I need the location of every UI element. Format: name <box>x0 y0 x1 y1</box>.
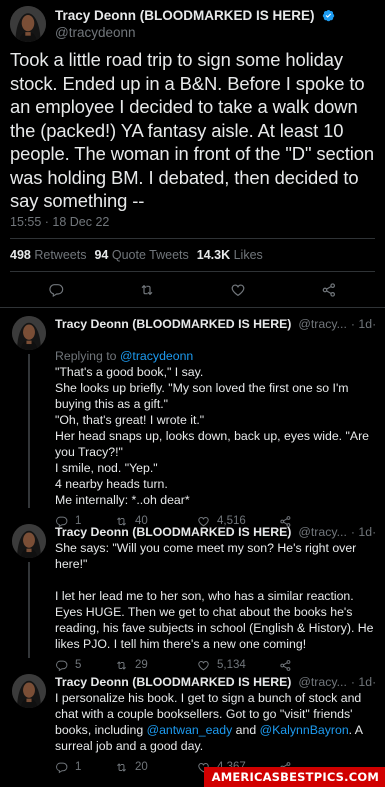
avatar[interactable] <box>12 315 46 350</box>
replying-to: Replying to @tracydeonn <box>55 332 375 364</box>
retweet-button[interactable]: 20 <box>115 761 197 774</box>
thread-line <box>28 353 30 508</box>
avatar[interactable] <box>12 673 46 708</box>
retweet-icon <box>115 659 128 672</box>
like-icon <box>197 659 210 672</box>
quotes-label: Quote Tweets <box>111 247 189 262</box>
reply-age[interactable]: · 1d <box>351 316 372 332</box>
replying-to-prefix: Replying to <box>55 348 120 363</box>
more-options-icon[interactable]: ··· <box>372 674 375 690</box>
thread-rail <box>10 673 48 774</box>
reply-count: 1 <box>75 761 82 773</box>
watermark: AMERICASBESTPICS.COM <box>203 767 385 787</box>
likes-stat[interactable]: 14.3K Likes <box>197 248 263 262</box>
verified-badge-icon <box>322 9 335 22</box>
main-tweet[interactable]: Tracy Deonn (BLOODMARKED IS HERE) @tracy… <box>0 0 385 272</box>
more-options-icon[interactable]: ··· <box>372 524 375 540</box>
retweet-button[interactable]: 29 <box>115 659 197 672</box>
retweet-count: 20 <box>135 761 148 773</box>
reply-icon <box>55 761 68 774</box>
author-block: Tracy Deonn (BLOODMARKED IS HERE) @tracy… <box>55 7 335 41</box>
author-handle[interactable]: @tracy... <box>298 674 346 690</box>
reply-age[interactable]: · 1d <box>351 524 372 540</box>
quotes-count: 94 <box>94 247 109 262</box>
reply-text-part: and <box>232 722 260 737</box>
thread-rail <box>10 523 48 658</box>
retweets-stat[interactable]: 498 Retweets <box>10 248 86 262</box>
thread-line <box>28 561 30 658</box>
reply-header: Tracy Deonn (BLOODMARKED IS HERE) @tracy… <box>55 524 375 540</box>
tweet-timestamp[interactable]: 15:55 · 18 Dec 22 <box>10 215 375 229</box>
like-icon[interactable] <box>230 282 246 298</box>
author-name[interactable]: Tracy Deonn (BLOODMARKED IS HERE) <box>55 524 291 540</box>
replying-to-link[interactable]: @tracydeonn <box>120 349 193 363</box>
author-name[interactable]: Tracy Deonn (BLOODMARKED IS HERE) <box>55 8 315 23</box>
main-tweet-header: Tracy Deonn (BLOODMARKED IS HERE) @tracy… <box>10 6 375 42</box>
more-options-icon[interactable]: ··· <box>372 316 375 332</box>
reply-icon <box>55 659 68 672</box>
thread-rail <box>10 315 48 508</box>
reply-text: She says: "Will you come meet my son? He… <box>55 540 374 651</box>
reply-header: Tracy Deonn (BLOODMARKED IS HERE) @tracy… <box>55 674 375 690</box>
reply-tweet[interactable]: Tracy Deonn (BLOODMARKED IS HERE) @tracy… <box>0 315 385 528</box>
quotes-stat[interactable]: 94 Quote Tweets <box>94 248 188 262</box>
retweet-count: 29 <box>135 659 148 671</box>
retweets-count: 498 <box>10 247 31 262</box>
reply-action-bar: 5 29 5,134 <box>55 659 375 672</box>
likes-label: Likes <box>233 247 263 262</box>
author-name[interactable]: Tracy Deonn (BLOODMARKED IS HERE) <box>55 316 291 332</box>
author-name[interactable]: Tracy Deonn (BLOODMARKED IS HERE) <box>55 674 291 690</box>
reply-body: Tracy Deonn (BLOODMARKED IS HERE) @tracy… <box>55 524 375 672</box>
reply-icon[interactable] <box>48 282 64 298</box>
divider <box>0 306 385 308</box>
tweet-text: Took a little road trip to sign some hol… <box>10 49 374 211</box>
author-handle[interactable]: @tracydeonn <box>55 24 335 41</box>
main-action-bar <box>0 278 385 300</box>
reply-body: Tracy Deonn (BLOODMARKED IS HERE) @tracy… <box>55 316 375 528</box>
reply-tweet[interactable]: Tracy Deonn (BLOODMARKED IS HERE) @tracy… <box>0 673 385 774</box>
author-handle[interactable]: @tracy... <box>298 316 346 332</box>
reply-text: I personalize his book. I get to sign a … <box>55 690 375 754</box>
reply-button[interactable]: 5 <box>55 659 115 672</box>
like-count: 5,134 <box>217 659 246 671</box>
retweet-icon[interactable] <box>139 282 155 298</box>
reply-tweet[interactable]: Tracy Deonn (BLOODMARKED IS HERE) @tracy… <box>0 523 385 672</box>
tweet-stats: 498 Retweets 94 Quote Tweets 14.3K Likes <box>10 248 375 262</box>
share-button[interactable] <box>279 659 292 672</box>
avatar[interactable] <box>12 523 46 558</box>
reply-body: Tracy Deonn (BLOODMARKED IS HERE) @tracy… <box>55 674 375 774</box>
divider <box>10 270 375 272</box>
author-handle[interactable]: @tracy... <box>298 524 346 540</box>
reply-header: Tracy Deonn (BLOODMARKED IS HERE) @tracy… <box>55 316 375 332</box>
share-icon[interactable] <box>321 282 337 298</box>
reply-button[interactable]: 1 <box>55 761 115 774</box>
share-icon <box>279 659 292 672</box>
avatar[interactable] <box>10 6 46 42</box>
retweets-label: Retweets <box>34 247 87 262</box>
like-button[interactable]: 5,134 <box>197 659 279 672</box>
mention-link[interactable]: @antwan_eady <box>147 723 233 737</box>
divider <box>10 237 375 239</box>
mention-link[interactable]: @KalynnBayron <box>260 723 349 737</box>
reply-text: "That's a good book," I say. She looks u… <box>55 364 370 507</box>
reply-age[interactable]: · 1d <box>351 674 372 690</box>
reply-count: 5 <box>75 659 82 671</box>
retweet-icon <box>115 761 128 774</box>
likes-count: 14.3K <box>196 247 231 262</box>
